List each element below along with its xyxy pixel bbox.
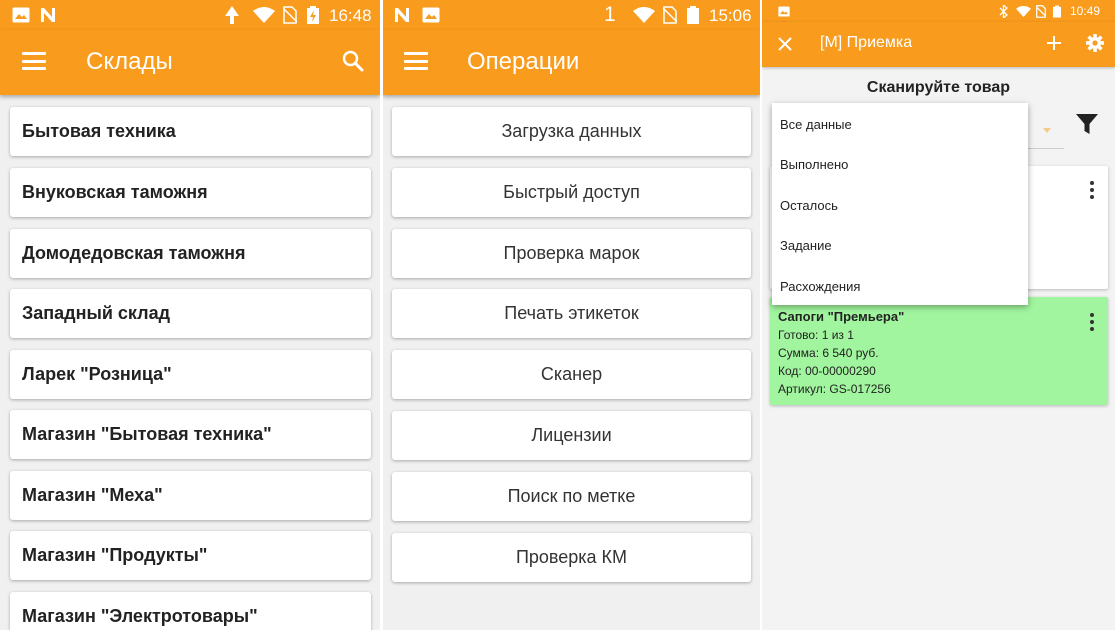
warehouse-item[interactable]: Ларек "Розница": [10, 350, 371, 399]
no-sim-icon: [283, 6, 297, 24]
app-bar: [М] Приемка: [762, 22, 1115, 67]
gallery-icon: [778, 4, 790, 18]
item-sum: Сумма: 6 540 руб.: [778, 346, 879, 360]
filter-icon[interactable]: [1075, 112, 1099, 141]
operation-button[interactable]: Поиск по метке: [392, 472, 751, 521]
filter-option[interactable]: Все данные: [772, 103, 1028, 143]
status-bar: 16:48: [0, 0, 380, 30]
dropdown-arrow-icon[interactable]: [1043, 120, 1051, 138]
notification-n-icon: [40, 6, 56, 24]
item-name: Сапоги "Премьера": [778, 309, 905, 324]
warehouse-item[interactable]: Магазин "Электротовары": [10, 592, 371, 630]
page-title: Склады: [86, 48, 173, 75]
page-title: [М] Приемка: [820, 34, 913, 51]
more-menu-icon[interactable]: [1090, 313, 1094, 334]
page-title: Операции: [467, 48, 580, 75]
receiving-screen: 10:49 [М] Приемка Сканируйте товар Сапог…: [762, 0, 1115, 630]
filter-option[interactable]: Задание: [772, 224, 1028, 264]
menu-icon[interactable]: [22, 52, 46, 70]
operation-button[interactable]: Печать этикеток: [392, 289, 751, 338]
operation-button[interactable]: Лицензии: [392, 411, 751, 460]
warehouses-screen: 16:48 Склады Бытовая техника Внуковская …: [0, 0, 380, 630]
warehouse-item[interactable]: Бытовая техника: [10, 107, 371, 156]
close-icon[interactable]: [778, 37, 792, 56]
gallery-icon: [12, 6, 30, 24]
filter-option[interactable]: Выполнено: [772, 143, 1028, 183]
operation-button[interactable]: Проверка КМ: [392, 533, 751, 582]
list-item-done[interactable]: Сапоги "Премьера" Готово: 1 из 1 Сумма: …: [770, 297, 1108, 405]
gallery-icon: [422, 6, 440, 24]
notification-n-icon: [394, 6, 410, 24]
battery-charging-icon: [307, 6, 319, 24]
operation-button[interactable]: Быстрый доступ: [392, 168, 751, 217]
menu-icon[interactable]: [404, 52, 428, 70]
item-article: Артикул: GS-017256: [778, 382, 891, 396]
filter-option[interactable]: Осталось: [772, 184, 1028, 224]
no-sim-icon: [663, 6, 677, 24]
status-time: 15:06: [709, 6, 752, 25]
status-bar: 10:49: [762, 0, 1115, 22]
warehouse-item[interactable]: Западный склад: [10, 289, 371, 338]
operation-button[interactable]: Проверка марок: [392, 229, 751, 278]
more-menu-icon[interactable]: [1090, 181, 1094, 202]
no-sim-icon: [1036, 4, 1046, 18]
item-code: Код: 00-00000290: [778, 364, 876, 378]
warehouse-item[interactable]: Внуковская таможня: [10, 168, 371, 217]
wifi-icon: [253, 6, 275, 24]
bluetooth-icon: [999, 4, 1008, 18]
warehouse-item[interactable]: Домодедовская таможня: [10, 229, 371, 278]
status-time: 16:48: [329, 6, 372, 25]
operations-screen: 1 15:06 Операции Загрузка данных Быстрый…: [383, 0, 760, 630]
warehouse-item[interactable]: Магазин "Бытовая техника": [10, 410, 371, 459]
gear-icon[interactable]: [1086, 34, 1104, 57]
status-time: 10:49: [1070, 4, 1101, 18]
filter-dropdown: Все данные Выполнено Осталось Задание Ра…: [772, 103, 1028, 305]
status-bar: 1 15:06: [383, 0, 760, 30]
filter-option[interactable]: Расхождения: [772, 265, 1028, 305]
add-icon[interactable]: [1047, 36, 1061, 55]
operation-button[interactable]: Сканер: [392, 350, 751, 399]
search-icon[interactable]: [342, 50, 364, 77]
app-bar: Склады: [0, 30, 380, 95]
warehouse-item[interactable]: Магазин "Меха": [10, 471, 371, 520]
status-digit: 1: [604, 3, 616, 26]
battery-icon: [1053, 4, 1061, 18]
wifi-icon: [1016, 4, 1031, 18]
item-ready: Готово: 1 из 1: [778, 328, 854, 342]
location-arrow-icon: [225, 6, 239, 24]
battery-icon: [687, 6, 699, 24]
operation-button[interactable]: Загрузка данных: [392, 107, 751, 156]
wifi-icon: [633, 6, 655, 24]
app-bar: Операции: [383, 30, 760, 95]
scan-prompt: Сканируйте товар: [866, 79, 1011, 96]
warehouse-item[interactable]: Магазин "Продукты": [10, 531, 371, 580]
